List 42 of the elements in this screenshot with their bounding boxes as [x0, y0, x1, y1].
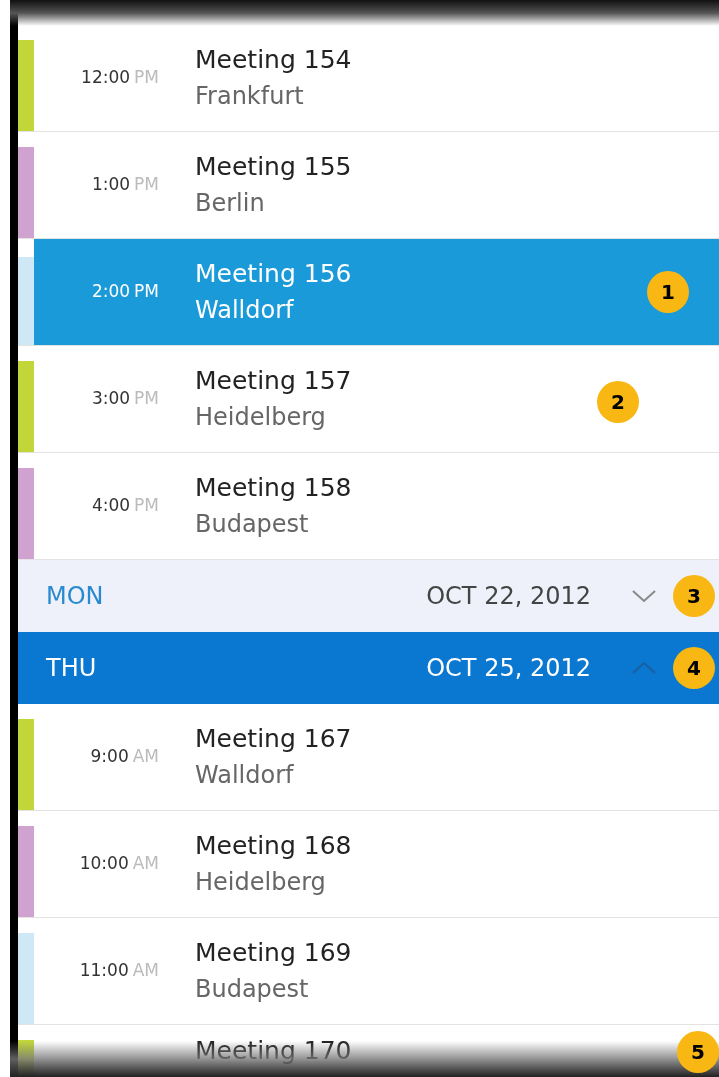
day-weekday: MON — [46, 581, 104, 612]
event-title: Meeting 168 — [195, 830, 352, 862]
event-period: PM — [134, 494, 159, 518]
event-time: 1:00 — [91, 173, 131, 197]
event-time: 11:00 — [79, 959, 129, 983]
event-period: PM — [134, 280, 159, 304]
event-title: Meeting 169 — [195, 937, 352, 969]
event-location: Heidelberg — [195, 867, 327, 898]
event-location: Frankfurt — [195, 81, 305, 112]
event-period: AM — [132, 959, 159, 983]
event-title: Meeting 157 — [195, 365, 352, 397]
event-location: Berlin — [195, 188, 266, 219]
day-header[interactable]: THU OCT 25, 2012 4 — [18, 632, 719, 704]
event-time: 9:00 — [90, 745, 129, 769]
event-period: PM — [134, 173, 159, 197]
event-period: PM — [134, 66, 159, 90]
event-period: PM — [134, 387, 159, 411]
event-location: Walldorf — [195, 760, 295, 791]
event-title: Meeting 158 — [195, 472, 352, 504]
day-date: OCT 25, 2012 — [426, 653, 591, 684]
day-header[interactable]: MON OCT 22, 2012 3 — [18, 560, 719, 632]
day-weekday: THU — [46, 653, 97, 684]
event-time: 12:00 — [81, 66, 131, 90]
event-time: 3:00 — [91, 387, 131, 411]
event-location: Walldorf — [195, 295, 295, 326]
event-title: Meeting 155 — [195, 151, 352, 183]
event-time: 10:00 — [79, 852, 129, 876]
event-title: Meeting 167 — [195, 723, 352, 755]
event-title: Meeting 156 — [195, 258, 352, 290]
event-location: Budapest — [195, 509, 310, 540]
event-time: 4:00 — [91, 494, 131, 518]
event-title: Meeting 154 — [195, 44, 352, 76]
event-period: AM — [132, 745, 159, 769]
callout-badge: 4 — [673, 647, 715, 689]
event-title: Meeting 170 — [195, 1035, 352, 1067]
chevron-down-icon[interactable] — [631, 589, 657, 603]
day-date: OCT 22, 2012 — [426, 581, 591, 612]
event-location: Heidelberg — [195, 402, 327, 433]
callout-badge: 3 — [673, 575, 715, 617]
event-time: 2:00 — [91, 280, 131, 304]
event-period: AM — [132, 852, 159, 876]
event-location: Budapest — [195, 974, 310, 1005]
